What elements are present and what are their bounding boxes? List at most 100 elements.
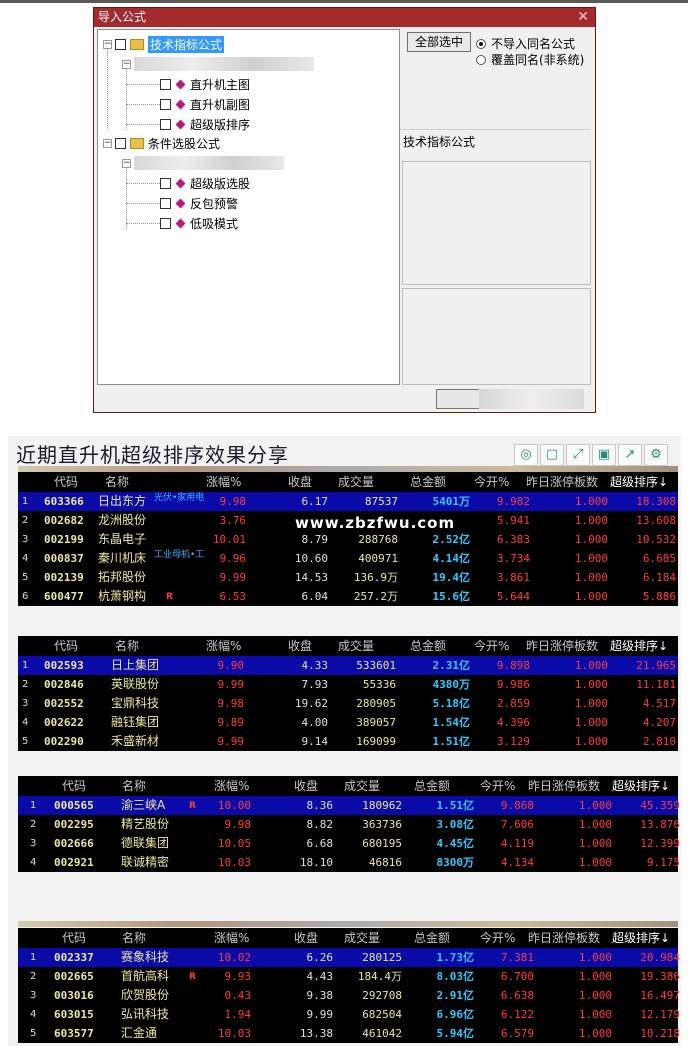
column-header[interactable]: 今开% <box>480 776 515 796</box>
save-icon[interactable]: ▣ <box>592 444 616 466</box>
table-row[interactable]: 3 002199 东晶电子 10.01 8.79 288768 2.52亿 6.383 1.00… <box>18 530 678 549</box>
column-header[interactable]: 超级排序↓ <box>612 776 670 796</box>
column-header[interactable]: 成交量 <box>344 776 380 796</box>
collapse-icon[interactable]: − <box>122 59 131 69</box>
radio-checked-icon[interactable] <box>476 38 486 49</box>
column-header[interactable]: 涨幅% <box>206 636 241 656</box>
tree-checkbox[interactable] <box>115 137 126 149</box>
select-all-button[interactable]: 全部选中 <box>407 32 471 52</box>
column-header[interactable]: 涨幅% <box>214 776 249 796</box>
super-rank: 10.218 <box>640 1027 680 1040</box>
expand-icon[interactable]: ⤢ <box>566 444 590 466</box>
column-header[interactable]: 昨日涨停板数 <box>528 928 600 948</box>
search-icon[interactable]: ◎ <box>514 444 538 466</box>
tree-leaf[interactable]: 超级版选股 <box>160 174 250 192</box>
column-header[interactable]: 昨日涨停板数 <box>526 472 598 492</box>
tree-checkbox[interactable] <box>160 217 171 229</box>
tree-leaf[interactable]: 低吸模式 <box>160 214 238 232</box>
tree-checkbox[interactable] <box>160 78 171 90</box>
table-row[interactable]: 3 002552 宝鼎科技 9.98 19.62 280905 5.18亿 2.859 1.00… <box>18 694 678 713</box>
radio-skip-duplicates[interactable]: 不导入同名公式 <box>476 35 575 52</box>
table-row[interactable]: 2 002665 首航高科 9.93 4.43 184.4万 8.03亿 6.700 1.000… <box>18 967 680 986</box>
table-row[interactable]: 4 000837 秦川机床 9.96 10.60 400971 4.14亿 3.734 1.00… <box>18 549 678 568</box>
table-row[interactable]: 5 002139 拓邦股份 9.99 14.53 136.9万 19.4亿 3.861 1.00… <box>18 568 678 587</box>
table-row[interactable]: 2 002846 英联股份 9.99 7.93 55336 4380万 9.986 1.000 1… <box>18 675 678 694</box>
column-header[interactable]: 收盘 <box>288 636 312 656</box>
column-header[interactable]: 涨幅% <box>214 928 249 948</box>
radio-overwrite[interactable]: 覆盖同名(非系统) <box>476 51 584 68</box>
collapse-icon[interactable]: − <box>103 39 112 49</box>
table-row[interactable]: 1 000565 渝三峡A 10.00 8.36 180962 1.51亿 9.868 1.00… <box>18 796 680 815</box>
column-header[interactable]: 昨日涨停板数 <box>526 636 598 656</box>
settings-icon[interactable]: ⚙ <box>644 444 668 466</box>
column-header[interactable]: 总金额 <box>414 928 450 948</box>
tree-checkbox[interactable] <box>160 197 171 209</box>
stock-name: 渝三峡A <box>121 798 166 812</box>
column-header[interactable]: 超级排序↓ <box>610 472 668 492</box>
table-row[interactable]: 4 002622 融钰集团 9.89 4.00 389057 1.54亿 4.396 1.000… <box>18 713 678 732</box>
row-index: 1 <box>30 800 37 811</box>
table-row[interactable]: 4 002921 联诚精密 10.03 18.10 46816 8300万 4.134 1.00… <box>18 853 680 872</box>
collapse-icon[interactable]: − <box>103 138 112 148</box>
column-header[interactable]: 今开% <box>480 928 515 948</box>
open-pct: 3.734 <box>496 552 530 565</box>
collapse-icon[interactable]: − <box>122 158 131 168</box>
open-pct: 6.579 <box>500 1027 534 1040</box>
column-header[interactable]: 成交量 <box>338 472 374 492</box>
table-row[interactable]: 1 002337 赛象科技 10.02 6.26 280125 1.73亿 7.381 1.00… <box>18 948 680 967</box>
table-row[interactable]: 1 603366 日出东方 9.98 6.17 87537 5401万 9.982 1.000 1… <box>18 492 678 511</box>
column-header[interactable]: 成交量 <box>344 928 380 948</box>
tree-checkbox[interactable] <box>160 177 171 189</box>
table-row[interactable]: 1 002593 日上集团 9.90 4.33 533601 2.31亿 9.898 1.000… <box>18 656 678 675</box>
row-index: 5 <box>22 736 29 747</box>
column-header[interactable]: 总金额 <box>414 776 450 796</box>
column-header[interactable]: 名称 <box>122 776 146 796</box>
tree-leaf[interactable]: 反包预警 <box>160 194 238 212</box>
table-row[interactable]: 5 002290 禾盛新材 9.99 9.14 169099 1.51亿 3.129 1.000… <box>18 732 678 751</box>
row-index: 2 <box>22 679 29 690</box>
column-header[interactable]: 名称 <box>105 472 129 492</box>
column-header[interactable]: 今开% <box>474 636 509 656</box>
table-row[interactable]: 6 600477 杭萧钢构 6.53 6.04 257.2万 15.6亿 5.644 1.000… <box>18 587 678 606</box>
tree-node-subgroup[interactable]: − <box>122 55 314 73</box>
formula-tree[interactable]: − 技术指标公式 − 直升机主图 直升机副图 超级版排序 − 条件选股公式 − … <box>97 29 400 385</box>
table-row[interactable]: 3 003016 欣贺股份 0.43 9.38 292708 2.91亿 6.638 1.000… <box>18 986 680 1005</box>
tree-node-stock-screen[interactable]: − 条件选股公式 <box>103 134 220 152</box>
column-header[interactable]: 超级排序↓ <box>612 928 670 948</box>
tree-checkbox[interactable] <box>115 38 126 50</box>
column-header[interactable]: 涨幅% <box>206 472 241 492</box>
column-header[interactable]: 收盘 <box>294 928 318 948</box>
tree-leaf[interactable]: 直升机副图 <box>160 95 250 113</box>
table-row[interactable]: 2 002295 精艺股份 9.98 8.82 363736 3.08亿 7.606 1.000… <box>18 815 680 834</box>
tree-checkbox[interactable] <box>160 98 171 110</box>
column-header[interactable]: 超级排序↓ <box>610 636 668 656</box>
column-header[interactable]: 昨日涨停板数 <box>528 776 600 796</box>
column-header[interactable]: 代码 <box>54 472 78 492</box>
formula-icon <box>175 79 186 89</box>
share-icon[interactable]: ↗ <box>618 444 642 466</box>
table-header: 代码 名称 涨幅% 收盘 成交量 总金额 今开% 昨日涨停板数 超级排序↓ <box>18 636 678 656</box>
column-header[interactable]: 代码 <box>62 928 86 948</box>
column-header[interactable]: 总金额 <box>410 472 446 492</box>
radio-unchecked-icon[interactable] <box>476 54 486 65</box>
tree-checkbox[interactable] <box>160 118 171 130</box>
turnover: 1.73亿 <box>436 951 475 964</box>
close-icon[interactable]: ✕ <box>577 8 589 27</box>
column-header[interactable]: 代码 <box>62 776 86 796</box>
column-header[interactable]: 名称 <box>115 636 139 656</box>
column-header[interactable]: 收盘 <box>294 776 318 796</box>
column-header[interactable]: 成交量 <box>338 636 374 656</box>
column-header[interactable]: 今开% <box>474 472 509 492</box>
tree-node-subgroup[interactable]: − <box>122 154 284 172</box>
tree-leaf[interactable]: 直升机主图 <box>160 75 250 93</box>
table-row[interactable]: 4 603015 弘讯科技 1.94 9.99 682504 6.96亿 6.122 1.000… <box>18 1005 680 1024</box>
column-header[interactable]: 总金额 <box>410 636 446 656</box>
column-header[interactable]: 收盘 <box>288 472 312 492</box>
copy-icon[interactable]: ▢ <box>540 444 564 466</box>
tree-leaf[interactable]: 超级版排序 <box>160 115 250 133</box>
column-header[interactable]: 代码 <box>54 636 78 656</box>
table-row[interactable]: 5 603577 汇金通 10.03 13.38 461042 5.94亿 6.579 1.00… <box>18 1024 680 1043</box>
tree-node-tech-indicator[interactable]: − 技术指标公式 <box>103 35 225 53</box>
column-header[interactable]: 名称 <box>122 928 146 948</box>
table-row[interactable]: 3 002666 德联集团 10.05 6.68 680195 4.45亿 4.119 1.00… <box>18 834 680 853</box>
